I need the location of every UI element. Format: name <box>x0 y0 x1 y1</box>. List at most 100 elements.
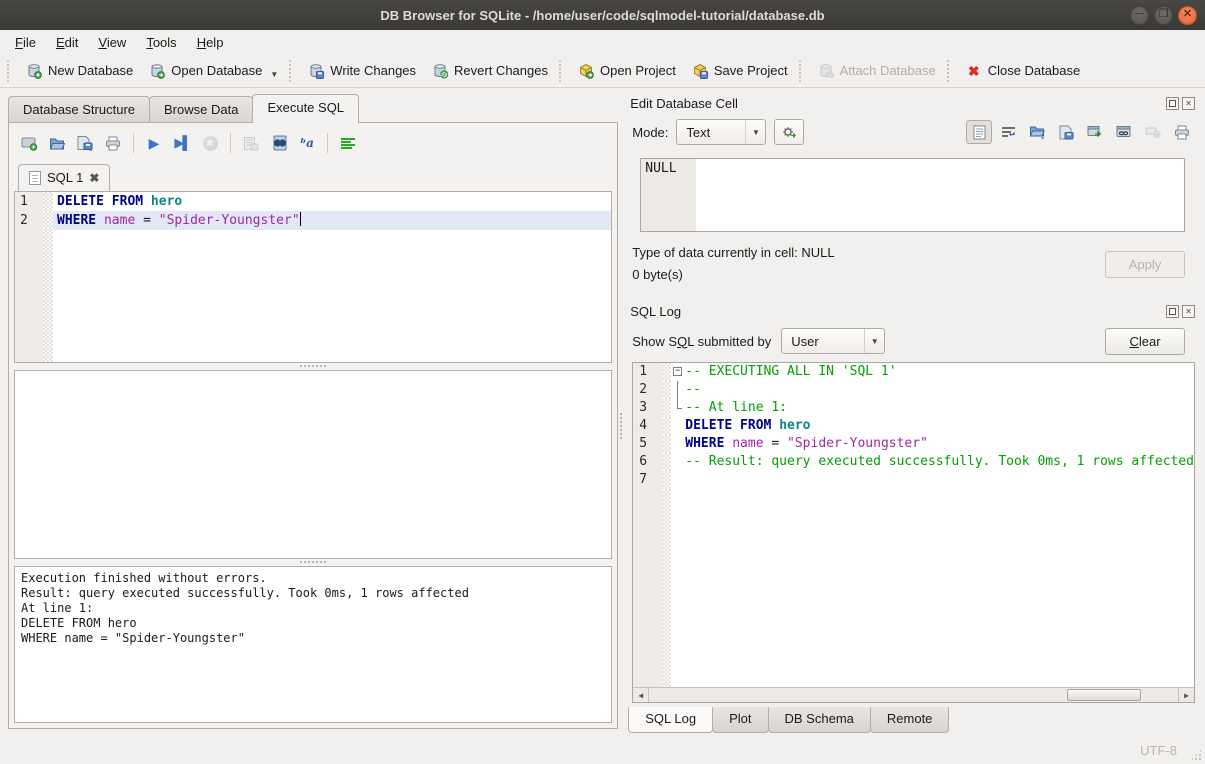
line-number: 5 <box>633 435 663 453</box>
close-database-button[interactable]: ✖ Close Database <box>958 59 1089 83</box>
menu-edit[interactable]: Edit <box>47 32 87 53</box>
minimize-button[interactable]: ─ <box>1130 6 1149 25</box>
splitter-left-right[interactable] <box>618 88 624 737</box>
stop-icon: ✖ <box>203 136 218 151</box>
write-changes-button[interactable]: Write Changes <box>300 59 424 83</box>
scrollbar-track[interactable] <box>649 688 1178 702</box>
open-sql-file-button[interactable] <box>44 131 70 155</box>
sql-keyword: WHERE <box>57 213 96 228</box>
find-button[interactable] <box>266 131 292 155</box>
execute-current-line-button[interactable]: ▶▌ <box>169 131 195 155</box>
exec-log-line: DELETE FROM hero <box>21 616 605 631</box>
log-horizontal-scrollbar[interactable]: ◀ ▶ <box>633 687 1194 702</box>
open-external-icon <box>1087 125 1103 139</box>
float-dock-icon[interactable] <box>1166 305 1179 318</box>
execution-message-pane[interactable]: Execution finished without errors. Resul… <box>14 566 612 723</box>
splitter-results-log[interactable] <box>14 559 612 566</box>
save-file-icon <box>76 135 94 151</box>
tab-execute-sql[interactable]: Execute SQL <box>252 94 359 123</box>
tab-plot[interactable]: Plot <box>712 707 768 733</box>
replace-button[interactable]: ᵇa <box>294 131 320 155</box>
submitter-combobox[interactable]: User ▼ <box>781 328 885 354</box>
sql-doc-tab[interactable]: SQL 1 ✖ <box>18 164 110 191</box>
new-tab-icon <box>21 136 38 151</box>
printer-icon <box>105 136 121 151</box>
menu-tools[interactable]: Tools <box>137 32 185 53</box>
toolbar-separator <box>559 60 567 82</box>
sql-log-viewer[interactable]: 1 − -- EXECUTING ALL IN 'SQL 1' 2 -- 3 <box>632 362 1195 703</box>
fold-margin <box>663 417 671 435</box>
tab-sql-log[interactable]: SQL Log <box>628 707 713 733</box>
open-project-button[interactable]: Open Project <box>570 59 684 83</box>
close-dock-icon[interactable]: ✕ <box>1182 305 1195 318</box>
new-sql-tab-button[interactable] <box>16 131 42 155</box>
code-line <box>685 471 1194 489</box>
close-button[interactable]: ✕ <box>1178 6 1197 25</box>
revert-changes-button[interactable]: Revert Changes <box>424 59 556 83</box>
save-project-button[interactable]: Save Project <box>684 59 796 83</box>
chevron-down-icon: ▼ <box>270 70 278 79</box>
menu-help[interactable]: Help <box>188 32 233 53</box>
new-database-label: New Database <box>48 63 133 78</box>
encoding-indicator[interactable]: UTF-8 <box>1140 743 1177 758</box>
float-dock-icon[interactable] <box>1166 97 1179 110</box>
cell-value-editor[interactable]: NULL <box>640 158 1185 232</box>
project-save-icon <box>692 63 708 79</box>
sql-space <box>96 213 104 228</box>
auto-apply-button[interactable] <box>774 119 804 145</box>
log-line: 3 -- At line 1: <box>633 399 1194 417</box>
titlebar[interactable]: DB Browser for SQLite - /home/user/code/… <box>0 0 1205 30</box>
binoculars-icon <box>271 135 288 151</box>
sql-field: name <box>104 213 135 228</box>
open-in-external-button[interactable] <box>1082 120 1108 144</box>
print-button[interactable] <box>100 131 126 155</box>
main-tabbar: Database Structure Browse Data Execute S… <box>8 95 618 123</box>
maximize-button[interactable]: ❒ <box>1154 6 1173 25</box>
toolbar-separator <box>133 133 134 153</box>
open-database-button[interactable]: Open Database ▼ <box>141 59 286 83</box>
sql-code-editor[interactable]: 1 DELETE FROM hero 2 WHERE name = "Spide… <box>14 191 612 363</box>
sql-log-dock-header: SQL Log ✕ <box>626 300 1197 322</box>
sql-comment: -- <box>685 382 701 397</box>
menubar: File Edit View Tools Help <box>0 30 1205 54</box>
format-sql-button[interactable] <box>335 131 361 155</box>
text-mode-button[interactable] <box>966 120 992 144</box>
save-file-icon <box>1058 125 1074 140</box>
tab-remote[interactable]: Remote <box>870 707 950 733</box>
menu-file[interactable]: File <box>6 32 45 53</box>
exec-log-line: Execution finished without errors. <box>21 571 605 586</box>
line-number: 6 <box>633 453 663 471</box>
cell-size-text: 0 byte(s) <box>632 264 834 286</box>
code-line: DELETE FROM hero <box>53 192 611 211</box>
new-database-button[interactable]: New Database <box>18 59 141 83</box>
menu-view[interactable]: View <box>89 32 135 53</box>
scroll-right-icon[interactable]: ▶ <box>1178 688 1194 702</box>
results-pane[interactable] <box>14 370 612 559</box>
import-cell-button[interactable] <box>1024 120 1050 144</box>
sql-log-filter-row: Show SQL submitted by User ▼ Clear <box>626 322 1197 360</box>
fold-margin-fill <box>663 489 671 687</box>
clear-log-button[interactable]: Clear <box>1105 328 1185 355</box>
tab-database-structure[interactable]: Database Structure <box>8 96 150 123</box>
resize-grip[interactable] <box>1190 749 1202 761</box>
export-cell-button[interactable] <box>1053 120 1079 144</box>
save-sql-file-button[interactable] <box>72 131 98 155</box>
mode-combobox[interactable]: Text ▼ <box>676 119 766 145</box>
copy-link-button[interactable] <box>1111 120 1137 144</box>
tab-db-schema[interactable]: DB Schema <box>768 707 871 733</box>
tab-browse-data[interactable]: Browse Data <box>149 96 253 123</box>
sql-operator: = <box>764 436 787 451</box>
maximize-icon: ❒ <box>1159 9 1169 20</box>
sql-comment: -- Result: query executed successfully. … <box>685 454 1194 469</box>
exec-log-line: At line 1: <box>21 601 605 616</box>
splitter-editor-results[interactable] <box>14 363 612 370</box>
close-tab-icon[interactable]: ✖ <box>89 171 99 185</box>
close-dock-icon[interactable]: ✕ <box>1182 97 1195 110</box>
fold-collapse-icon[interactable]: − <box>673 367 682 376</box>
scroll-left-icon[interactable]: ◀ <box>633 688 649 702</box>
print-cell-button[interactable] <box>1169 120 1195 144</box>
scrollbar-thumb[interactable] <box>1067 689 1141 701</box>
text-document-icon <box>973 125 986 140</box>
execute-sql-button[interactable]: ▶ <box>141 131 167 155</box>
word-wrap-button[interactable] <box>995 120 1021 144</box>
